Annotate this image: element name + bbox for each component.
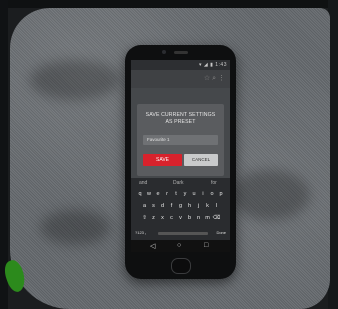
dialog-title: SAVE CURRENT SETTINGS AS PRESET [137, 112, 224, 125]
home-icon[interactable]: ○ [177, 242, 181, 249]
status-bar: ▾ ◢ ▮ 1:43 [131, 60, 230, 70]
key[interactable]: f [167, 203, 176, 209]
key[interactable]: e [154, 191, 163, 197]
app-bar-actions-icon[interactable]: ☆ ⌕ ⋮ [204, 74, 225, 83]
key[interactable]: v [176, 215, 185, 221]
key[interactable]: b [185, 215, 194, 221]
suggestion-item[interactable]: for [211, 180, 217, 186]
phone-screen: ▾ ◢ ▮ 1:43 ☆ ⌕ ⋮ SAVE CURRENT SETTINGS A… [131, 60, 230, 252]
save-button[interactable]: SAVE [143, 154, 182, 166]
key[interactable]: a [140, 203, 149, 209]
key[interactable]: h [185, 203, 194, 209]
suggestion-item[interactable]: Dark [173, 180, 184, 186]
physical-home-button[interactable] [171, 258, 191, 274]
key-row-3: ⇧ z x c v b n m ⌫ [131, 215, 230, 221]
key[interactable]: c [167, 215, 176, 221]
key[interactable]: z [149, 215, 158, 221]
key[interactable]: t [172, 191, 181, 197]
key[interactable]: j [194, 203, 203, 209]
key-row-2: a s d f g h j k l [131, 203, 230, 209]
key[interactable]: s [149, 203, 158, 209]
status-icons: ▾ ◢ ▮ 1:43 [198, 62, 227, 68]
earpiece-speaker [174, 51, 188, 54]
smartphone: ▾ ◢ ▮ 1:43 ☆ ⌕ ⋮ SAVE CURRENT SETTINGS A… [125, 45, 236, 279]
key[interactable]: w [145, 191, 154, 197]
key[interactable]: k [203, 203, 212, 209]
preset-name-input[interactable]: Favourite 1 [143, 135, 218, 145]
key[interactable]: m [203, 215, 212, 221]
key[interactable]: n [194, 215, 203, 221]
system-nav-bar: ◁ ○ □ [131, 240, 230, 252]
key[interactable]: d [158, 203, 167, 209]
dialog-title-line1: SAVE CURRENT SETTINGS [145, 112, 216, 118]
shift-key-icon[interactable]: ⇧ [140, 215, 149, 221]
key-row-1: q w e r t y u i o p [131, 191, 230, 197]
cancel-button[interactable]: CANCEL [184, 154, 218, 166]
cloth-fold [30, 60, 120, 100]
front-camera [162, 50, 166, 54]
key[interactable]: o [208, 191, 217, 197]
key[interactable]: l [212, 203, 221, 209]
key[interactable]: r [163, 191, 172, 197]
dialog-title-line2: AS PRESET [165, 118, 196, 125]
save-preset-dialog: SAVE CURRENT SETTINGS AS PRESET Favourit… [137, 104, 224, 176]
key[interactable]: p [217, 191, 226, 197]
key[interactable]: i [199, 191, 208, 197]
suggestion-strip: and Dark for [131, 178, 230, 188]
app-bar: ☆ ⌕ ⋮ [131, 70, 230, 88]
space-key[interactable] [158, 232, 208, 235]
comma-key[interactable]: , [145, 230, 146, 236]
cloth-fold [40, 210, 110, 245]
top-edge [0, 0, 338, 8]
key-row-bottom: ?123 , Done [131, 230, 230, 240]
key[interactable]: y [181, 191, 190, 197]
suggestion-item[interactable]: and [139, 180, 147, 186]
key[interactable]: x [158, 215, 167, 221]
done-key[interactable]: Done [216, 230, 226, 235]
key[interactable]: u [190, 191, 199, 197]
recents-icon[interactable]: □ [204, 242, 208, 249]
on-screen-keyboard: and Dark for q w e r t y u i o p a s d f [131, 178, 230, 240]
numbers-key[interactable]: ?123 [135, 230, 144, 235]
key[interactable]: g [176, 203, 185, 209]
cloth-fold [230, 170, 310, 220]
backspace-key-icon[interactable]: ⌫ [212, 215, 221, 221]
key[interactable]: q [136, 191, 145, 197]
back-icon[interactable]: ◁ [150, 242, 155, 250]
